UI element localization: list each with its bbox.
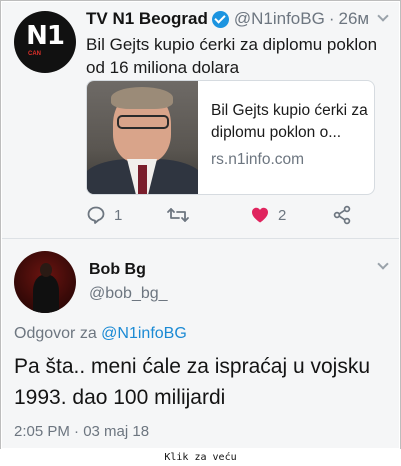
link-preview-card[interactable]: Bil Gejts kupio ćerki za diplomu poklon … xyxy=(86,80,375,195)
replying-to-mention[interactable]: @N1infoBG xyxy=(101,325,187,342)
enlarge-caption[interactable]: Klik za veću xyxy=(0,449,401,466)
link-preview-image xyxy=(87,81,198,194)
reply-icon xyxy=(87,206,105,224)
tweet-author-name[interactable]: TV N1 Beograd xyxy=(86,9,208,29)
reply-button[interactable]: 1 xyxy=(86,205,122,225)
reply-count: 1 xyxy=(114,206,123,224)
bob-avatar[interactable] xyxy=(14,251,76,313)
n1-avatar[interactable]: N1 CAN xyxy=(14,11,76,73)
tweet-time[interactable]: 26м xyxy=(339,9,370,29)
tweet-divider xyxy=(2,238,399,239)
reply-author-handle[interactable]: @bob_bg_ xyxy=(89,285,168,303)
like-count: 2 xyxy=(278,206,287,224)
heart-icon xyxy=(252,207,268,223)
photo-glasses xyxy=(117,115,169,129)
verified-badge-icon xyxy=(211,10,229,28)
tweet-text: Bil Gejts kupio ćerki za diplomu poklon … xyxy=(86,35,378,77)
n1-logo-badge: CAN xyxy=(28,51,41,57)
reply-timestamp[interactable]: 2:05 PM · 03 maj 18 xyxy=(14,423,149,440)
share-icon xyxy=(333,205,351,225)
chevron-down-icon[interactable] xyxy=(377,10,389,22)
n1-logo-mark: N1 xyxy=(26,21,65,51)
replying-to-line: Odgovor za @N1infoBG xyxy=(14,325,187,343)
like-button[interactable]: 2 xyxy=(250,205,286,225)
reply-author-name[interactable]: Bob Bg xyxy=(89,261,146,279)
header-separator: · xyxy=(328,9,335,28)
reply-text: Pa šta.. meni ćale za ispraćaj u vojsku … xyxy=(14,355,370,409)
tweet-actions: 1 2 xyxy=(86,205,376,227)
avatar-figure-head xyxy=(40,263,52,277)
retweet-button[interactable] xyxy=(166,205,198,225)
photo-hair xyxy=(111,87,173,109)
replying-to-label: Odgovor za xyxy=(14,325,97,342)
tweet-header: TV N1 Beograd @N1infoBG · 26м xyxy=(86,9,369,29)
link-preview-domain: rs.n1info.com xyxy=(211,151,305,168)
tweet-author-handle[interactable]: @N1infoBG xyxy=(234,9,325,29)
chevron-down-icon[interactable] xyxy=(377,258,389,270)
photo-tie xyxy=(138,165,147,194)
avatar-figure-body xyxy=(33,275,59,313)
link-preview-title: Bil Gejts kupio ćerki za diplomu poklon … xyxy=(211,102,368,141)
tweet-screenshot: N1 CAN TV N1 Beograd @N1infoBG · 26м Bil… xyxy=(2,2,399,448)
share-button[interactable] xyxy=(332,205,352,225)
retweet-icon xyxy=(167,208,189,222)
